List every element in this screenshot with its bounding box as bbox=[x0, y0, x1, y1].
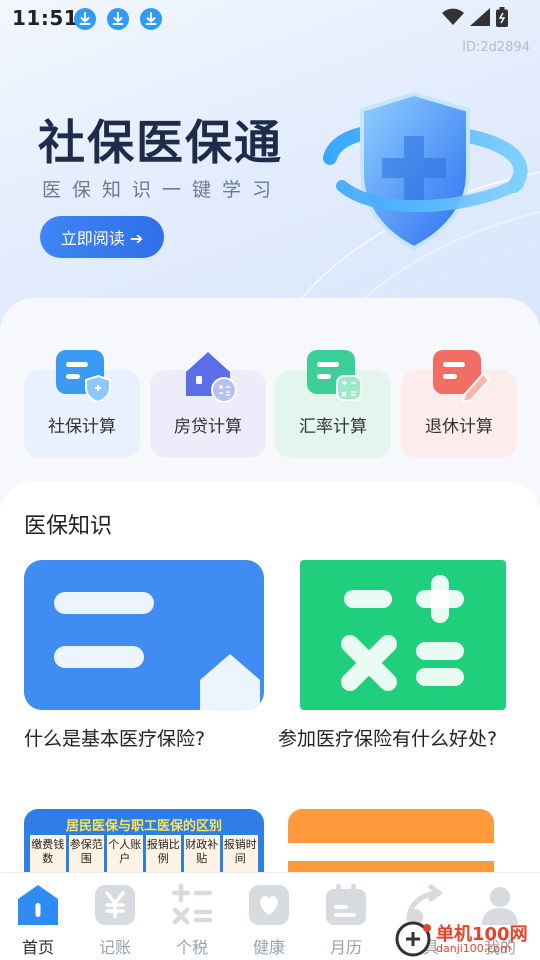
article-card[interactable]: 参加医疗保险有什么好处? bbox=[278, 560, 518, 755]
article-card[interactable]: 居民医保与职工医保的区别 缴费钱数 参保范围 个人账户 报销比例 财政补贴 报销… bbox=[24, 809, 264, 879]
calculator-icon bbox=[171, 883, 213, 925]
tool-house-loan-calc[interactable]: 房贷计算 bbox=[150, 350, 266, 458]
status-time: 11:51 bbox=[12, 6, 79, 30]
exchange-rate-calc-icon bbox=[307, 350, 362, 401]
shield-icon bbox=[323, 91, 528, 251]
retirement-calc-icon bbox=[433, 350, 489, 402]
house-loan-calc-icon bbox=[186, 352, 237, 402]
device-id: ID:2d2894 bbox=[462, 40, 530, 55]
preview-card-title: 居民医保与职工医保的区别 bbox=[65, 819, 222, 834]
article-title: 参加医疗保险有什么好处? bbox=[278, 728, 498, 750]
nav-label: 健康 bbox=[252, 938, 285, 957]
status-bar: 11:51 bbox=[0, 0, 540, 36]
calculator-symbols-icon bbox=[341, 575, 464, 691]
nav-health[interactable]: 健康 bbox=[231, 881, 307, 957]
watermark-logo-icon bbox=[395, 921, 431, 957]
watermark-url: danji100.com bbox=[436, 942, 511, 955]
hero-banner: 11:51 ID:2d2894 社保医保通 医保知识一键学习 立即阅读 ➔ bbox=[0, 0, 540, 340]
download-icon bbox=[107, 8, 129, 30]
tool-social-security-calc[interactable]: 社保计算 bbox=[24, 350, 140, 458]
tool-label: 社保计算 bbox=[48, 417, 116, 437]
hero-subtitle: 医保知识一键学习 bbox=[42, 179, 283, 201]
article-thumbnail bbox=[24, 560, 264, 710]
tool-exchange-rate-calc[interactable]: 汇率计算 bbox=[275, 350, 391, 458]
read-now-button[interactable]: 立即阅读 ➔ bbox=[40, 216, 164, 258]
hero-title: 社保医保通 bbox=[38, 116, 283, 171]
yuan-icon bbox=[95, 885, 135, 925]
article-title: 什么是基本医疗保险? bbox=[24, 728, 206, 750]
section-title: 医保知识 bbox=[24, 514, 113, 539]
calendar-icon bbox=[326, 884, 366, 925]
watermark: 单机100网 danji100.com bbox=[392, 918, 540, 960]
tool-retirement-calc[interactable]: 退休计算 bbox=[401, 350, 517, 458]
home-icon bbox=[18, 885, 58, 925]
battery-icon bbox=[496, 7, 508, 27]
article-thumbnail bbox=[300, 560, 506, 710]
document-icon bbox=[54, 592, 260, 710]
nav-home[interactable]: 首页 bbox=[0, 881, 76, 957]
nav-income-tax[interactable]: 个税 bbox=[154, 881, 230, 957]
download-icon bbox=[74, 8, 96, 30]
nav-label: 个税 bbox=[175, 938, 208, 957]
article-card[interactable] bbox=[288, 809, 494, 879]
tool-label: 汇率计算 bbox=[299, 417, 367, 437]
thumbnail-stripe bbox=[288, 809, 494, 843]
nav-label: 记账 bbox=[98, 938, 131, 957]
signal-icon bbox=[470, 8, 490, 26]
tool-label: 房贷计算 bbox=[174, 417, 242, 437]
status-icons bbox=[442, 7, 508, 27]
heart-icon bbox=[249, 885, 289, 925]
wifi-icon bbox=[442, 8, 464, 25]
social-security-calc-icon bbox=[56, 350, 111, 402]
tool-label: 退休计算 bbox=[425, 417, 493, 437]
download-icon bbox=[140, 8, 162, 30]
knowledge-section: 医保知识 什么是基本医疗保险? 参加医疗保险有什么好处? 居民医保与职工医保的区… bbox=[0, 482, 540, 882]
article-card[interactable]: 什么是基本医疗保险? bbox=[24, 560, 264, 755]
nav-bookkeeping[interactable]: 记账 bbox=[77, 881, 153, 957]
nav-label: 月历 bbox=[329, 938, 362, 957]
nav-label: 首页 bbox=[21, 938, 54, 957]
nav-calendar[interactable]: 月历 bbox=[308, 881, 384, 957]
